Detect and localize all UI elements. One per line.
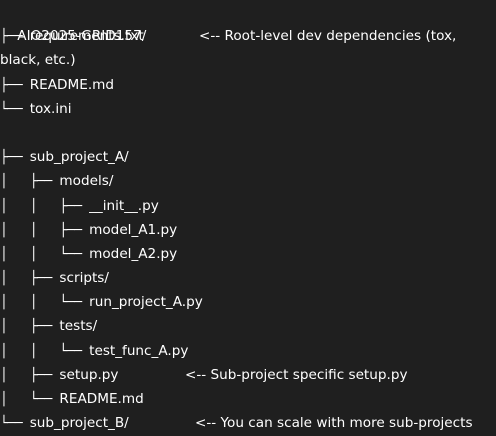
tree-branch-glyphs: │ └── — [0, 392, 60, 407]
tree-entry-name: setup.py — [59, 366, 119, 383]
tree-line: ├── README.md — [0, 73, 496, 97]
tree-branch-glyphs: ├── — [0, 150, 30, 166]
tree-branch-glyphs: │ ├── — [0, 271, 60, 287]
tree-entry-name: README.md — [29, 76, 115, 93]
tree-lines: ├── requirements.txt <-- Root-level dev d… — [0, 24, 496, 435]
tree-line: │ ├── tests/ — [0, 314, 496, 338]
tree-branch-glyphs: │ ├── — [0, 319, 60, 335]
tree-entry-comment: <-- You can scale with more sub-projects — [195, 415, 473, 432]
tree-branch-glyphs: │ ├── — [0, 174, 60, 190]
tree-entry-name: __init__.py — [89, 197, 159, 214]
tree-branch-glyphs: ├── — [0, 77, 30, 93]
tree-branch-glyphs: └── — [0, 101, 30, 117]
tree-line: ├── sub_project_A/ — [0, 145, 496, 169]
tree-line: │ │ └── model_A2.py — [0, 242, 496, 266]
tree-line: │ │ └── test_func_A.py — [0, 339, 496, 363]
tree-line: │ │ └── run_project_A.py — [0, 290, 496, 314]
tree-entry-comment: <-- Sub-project specific setup.py — [185, 366, 408, 383]
tree-branch-glyphs: │ │ ├── — [0, 198, 90, 214]
tree-entry-name: model_A2.py — [89, 245, 178, 262]
tree-branch-glyphs: │ │ └── — [0, 246, 90, 262]
tree-entry-name: models/ — [59, 173, 114, 190]
tree-entry-name: tox.ini — [29, 100, 72, 117]
tree-entry-comment: <-- Root-level dev dependencies (tox, — [199, 28, 457, 45]
tree-branch-glyphs: │ │ └── — [0, 295, 90, 311]
tree-entry-name: tests/ — [59, 318, 98, 335]
tree-entry-name: run_project_A.py — [89, 294, 203, 311]
tree-entry-name: scripts/ — [59, 270, 109, 287]
tree-branch-glyphs: └── — [0, 416, 30, 432]
tree-branch-glyphs: │ │ ├── — [0, 222, 90, 238]
tree-entry-name: model_A1.py — [89, 221, 178, 238]
tree-entry-name: sub_project_B/ — [29, 415, 129, 432]
tree-line: black, etc.) — [0, 48, 496, 72]
tree-entry-name: sub_project_A/ — [29, 149, 129, 166]
tree-branch-glyphs: │ ├── — [0, 367, 60, 383]
tree-line: └── tox.ini — [0, 97, 496, 121]
tree-branch-glyphs: │ │ └── — [0, 343, 90, 359]
tree-line: ├── requirements.txt <-- Root-level dev d… — [0, 24, 496, 48]
tree-root: AIO2025-GRID157/ — [0, 0, 496, 44]
tree-entry-name: README.md — [59, 391, 144, 407]
tree-line: │ │ ├── __init__.py — [0, 194, 496, 218]
tree-branch-glyphs: ├── — [0, 29, 30, 45]
tree-line: │ └── README.md — [0, 387, 496, 411]
tree-line: │ ├── setup.py <-- Sub-project specific s… — [0, 363, 496, 387]
directory-tree: AIO2025-GRID157/ ├── requirements.txt <--… — [0, 0, 496, 435]
tree-line: │ │ ├── model_A1.py — [0, 218, 496, 242]
tree-entry-name: test_func_A.py — [89, 342, 189, 359]
tree-line: │ ├── scripts/ — [0, 266, 496, 290]
tree-line — [0, 121, 496, 145]
tree-line: │ ├── models/ — [0, 169, 496, 193]
tree-entry-name: requirements.txt — [29, 28, 144, 45]
tree-entry-name: black, etc.) — [0, 52, 76, 69]
tree-line: └── sub_project_B/ <-- You can scale with… — [0, 411, 496, 435]
